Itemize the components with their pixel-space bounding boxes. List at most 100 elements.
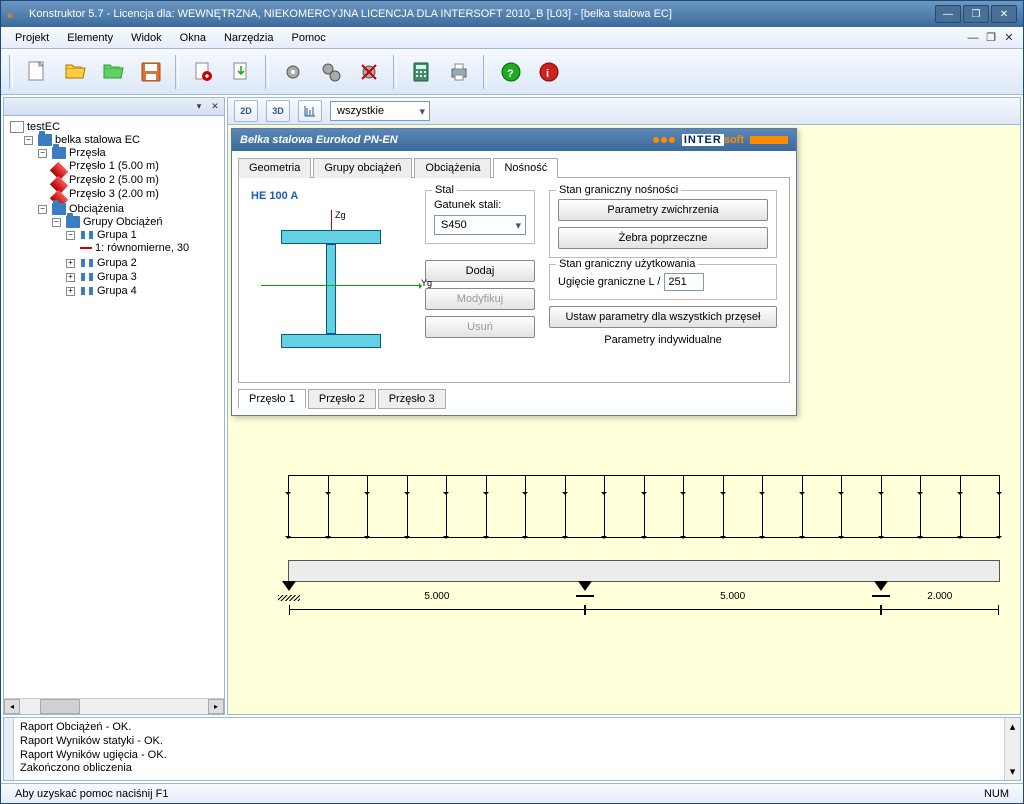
tab-grupy[interactable]: Grupy obciążeń	[313, 158, 412, 178]
filter-value: wszystkie	[337, 105, 384, 117]
expand-icon[interactable]: −	[38, 205, 47, 214]
menubar: Projekt Elementy Widok Okna Narzędzia Po…	[1, 27, 1023, 49]
view-toolbar: 2D 3D wszystkie	[227, 97, 1021, 125]
mdi-restore-button[interactable]: ❐	[983, 31, 999, 45]
calculator-button[interactable]	[405, 56, 437, 88]
expand-icon[interactable]: −	[66, 231, 75, 240]
log-line: Raport Obciążeń - OK.	[20, 721, 998, 735]
import-button[interactable]	[225, 56, 257, 88]
mdi-close-button[interactable]: ✕	[1001, 31, 1017, 45]
steel-legend: Stal	[432, 184, 457, 196]
menu-pomoc[interactable]: Pomoc	[284, 30, 334, 46]
steel-grade-value: S450	[441, 219, 467, 231]
tree-spans-folder[interactable]: Przęsła	[69, 147, 106, 159]
status-hint: Aby uzyskać pomoc naciśnij F1	[9, 788, 174, 800]
log-line: Raport Wyników statyki - OK.	[20, 735, 998, 749]
steel-grade-select[interactable]: S450	[434, 215, 526, 235]
set-all-spans-button[interactable]: Ustaw parametry dla wszystkich przęseł	[549, 306, 777, 328]
tree-group-4[interactable]: Grupa 4	[97, 285, 137, 297]
project-tree[interactable]: testEC −belka stalowa EC −Przęsła Przęsł…	[4, 116, 224, 698]
modify-button[interactable]: Modyfikuj	[425, 288, 535, 310]
sub-tab-3[interactable]: Przęsło 3	[378, 389, 446, 409]
expand-icon[interactable]: −	[52, 218, 61, 227]
view-3d-button[interactable]: 3D	[266, 100, 290, 122]
delete-button[interactable]: Usuń	[425, 316, 535, 338]
tree-group-2[interactable]: Grupa 2	[97, 257, 137, 269]
mdi-minimize-button[interactable]: —	[965, 31, 981, 45]
support-pin-icon	[873, 581, 889, 595]
tab-geometria[interactable]: Geometria	[238, 158, 311, 178]
info-button[interactable]: i	[533, 56, 565, 88]
help-button[interactable]: ?	[495, 56, 527, 88]
tree-pin-button[interactable]: ▾	[192, 100, 206, 114]
open-button[interactable]	[59, 56, 91, 88]
titlebar: « Konstruktor 5.7 - Licencja dla: WEWNĘT…	[1, 1, 1023, 27]
expand-icon[interactable]: −	[24, 136, 33, 145]
deflection-input[interactable]	[664, 273, 704, 291]
tree-span-3[interactable]: Przęsło 3 (2.00 m)	[69, 188, 159, 200]
maximize-button[interactable]: ❐	[963, 5, 989, 23]
menu-okna[interactable]: Okna	[172, 30, 214, 46]
open-green-button[interactable]	[97, 56, 129, 88]
tree-module[interactable]: belka stalowa EC	[55, 134, 140, 146]
axis-y-label: Yg	[421, 278, 432, 288]
tab-obciazenia[interactable]: Obciążenia	[414, 158, 491, 178]
beam-diagram: 5.000 5.000 2.000	[288, 475, 1000, 582]
axis-z-label: Zg	[335, 210, 346, 220]
tree-span-2[interactable]: Przęsło 2 (5.00 m)	[69, 174, 159, 186]
beam-properties-dialog: Belka stalowa Eurokod PN-EN INTERsoft Ge…	[231, 128, 797, 416]
load-group-icon	[80, 257, 94, 269]
ribs-button[interactable]: Żebra poprzeczne	[558, 227, 768, 249]
uls-legend: Stan graniczny nośności	[556, 184, 681, 196]
tree-close-button[interactable]: ✕	[208, 100, 222, 114]
add-element-button[interactable]	[187, 56, 219, 88]
gear2-button[interactable]	[315, 56, 347, 88]
tree-group-3[interactable]: Grupa 3	[97, 271, 137, 283]
expand-icon[interactable]: +	[66, 273, 75, 282]
load-icon	[80, 247, 92, 249]
folder-icon	[52, 147, 66, 159]
main-toolbar: ? i	[1, 49, 1023, 95]
load-group-icon	[80, 271, 94, 283]
add-button[interactable]: Dodaj	[425, 260, 535, 282]
drawing-canvas[interactable]: Belka stalowa Eurokod PN-EN INTERsoft Ge…	[227, 125, 1021, 715]
folder-icon	[52, 203, 66, 215]
close-button[interactable]: ✕	[991, 5, 1017, 23]
expand-icon[interactable]: +	[66, 287, 75, 296]
tree-group-1[interactable]: Grupa 1	[97, 229, 137, 241]
expand-icon[interactable]: −	[38, 149, 47, 158]
sub-tab-2[interactable]: Przęsło 2	[308, 389, 376, 409]
output-log[interactable]: Raport Obciążeń - OK. Raport Wyników sta…	[14, 718, 1004, 780]
tree-hscroll[interactable]: ◂▸	[4, 698, 224, 714]
tab-nosnosc[interactable]: Nośność	[493, 158, 558, 178]
expand-icon[interactable]: +	[66, 259, 75, 268]
print-button[interactable]	[443, 56, 475, 88]
tree-loads-folder[interactable]: Obciążenia	[69, 203, 124, 215]
tree-groups-folder[interactable]: Grupy Obciążeń	[83, 216, 162, 228]
svg-text:«: «	[7, 10, 13, 22]
cross-section-diagram: Zg Yg	[251, 210, 411, 370]
gear1-button[interactable]	[277, 56, 309, 88]
save-button[interactable]	[135, 56, 167, 88]
uls-fieldset: Stan graniczny nośności Parametry zwichr…	[549, 190, 777, 258]
log-vscroll[interactable]: ▴▾	[1004, 718, 1020, 780]
tree-span-1[interactable]: Przęsło 1 (5.00 m)	[69, 160, 159, 172]
menu-narzedzia[interactable]: Narzędzia	[216, 30, 282, 46]
sls-fieldset: Stan graniczny użytkowania Ugięcie grani…	[549, 264, 777, 300]
filter-select[interactable]: wszystkie	[330, 101, 430, 121]
buckling-params-button[interactable]: Parametry zwichrzenia	[558, 199, 768, 221]
sub-tab-1[interactable]: Przęsło 1	[238, 389, 306, 409]
doc-icon	[10, 121, 24, 133]
menu-elementy[interactable]: Elementy	[59, 30, 121, 46]
view-loads-button[interactable]	[298, 100, 322, 122]
tree-group1-item[interactable]: 1: równomierne, 30	[95, 242, 189, 254]
log-grip[interactable]	[4, 718, 14, 780]
individual-params-label: Parametry indywidualne	[549, 334, 777, 346]
minimize-button[interactable]: —	[935, 5, 961, 23]
menu-projekt[interactable]: Projekt	[7, 30, 57, 46]
gear-delete-button[interactable]	[353, 56, 385, 88]
view-2d-button[interactable]: 2D	[234, 100, 258, 122]
load-group-icon	[80, 285, 94, 297]
menu-widok[interactable]: Widok	[123, 30, 170, 46]
new-button[interactable]	[21, 56, 53, 88]
